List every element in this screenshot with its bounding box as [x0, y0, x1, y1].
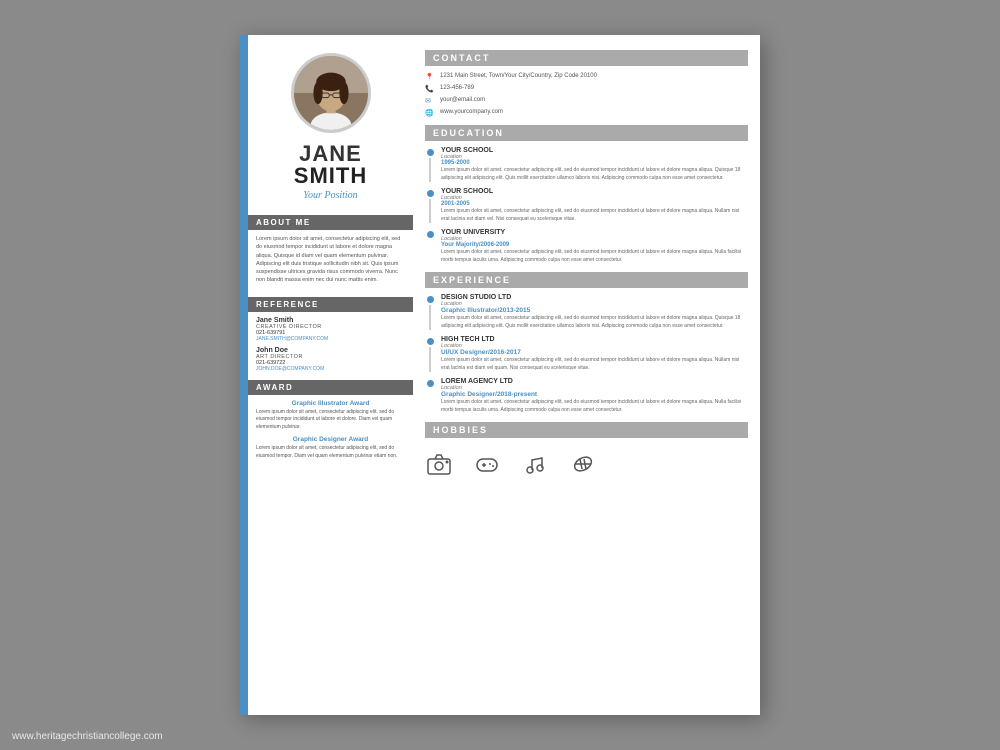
- hobbies-section: [425, 444, 748, 484]
- contact-website: www.yourcompany.com: [440, 108, 503, 116]
- ref2-name: John Doe: [256, 347, 405, 354]
- watermark: www.heritagechristiancollege.com: [12, 731, 163, 742]
- contact-section: 📍 1231 Main Street, Town/Your City/Count…: [425, 72, 748, 117]
- exp-line-1: [429, 305, 431, 330]
- reference-block: Jane Smith CREATIVE DIRECTOR 021-639791 …: [248, 317, 413, 372]
- name-block: JANE SMITH Your Position: [286, 143, 375, 201]
- edu-line-1: [429, 158, 431, 182]
- edu-school-3: YOUR UNIVERSITY: [441, 229, 748, 236]
- award2-title: Graphic Designer Award: [285, 436, 377, 443]
- edu-years-1: 1995-2000: [441, 160, 748, 166]
- left-column: JANE SMITH Your Position ABOUT ME Lorem …: [248, 35, 413, 715]
- edu-school-2: YOUR SCHOOL: [441, 188, 748, 195]
- contact-phone: 123-456-789: [440, 84, 474, 92]
- exp-content-3: LOREM AGENCY LTD Location Graphic Design…: [441, 378, 748, 414]
- about-me-text: Lorem ipsum dolor sit amet, consectetur …: [248, 235, 413, 285]
- football-icon: [569, 450, 597, 478]
- page-background: www.heritagechristiancollege.com: [0, 0, 1000, 750]
- edu-content-3: YOUR UNIVERSITY Location Your Majority/2…: [441, 229, 748, 264]
- email-icon: ✉: [425, 97, 435, 105]
- exp-dot-1: [427, 296, 434, 303]
- education-section: YOUR SCHOOL Location 1995-2000 Lorem ips…: [425, 147, 748, 264]
- location-icon: 📍: [425, 73, 435, 81]
- award1-text: Lorem ipsum dolor sit amet, consectetur …: [248, 409, 413, 432]
- first-name: JANE: [294, 143, 367, 165]
- experience-header: EXPERIENCE: [425, 272, 748, 288]
- award2-text: Lorem ipsum dolor sit amet, consectetur …: [248, 445, 413, 460]
- contact-row-email: ✉ your@email.com: [425, 96, 748, 105]
- avatar: [291, 53, 371, 133]
- edu-item-3: YOUR UNIVERSITY Location Your Majority/2…: [425, 229, 748, 264]
- exp-desc-3: Lorem ipsum dolor sit amet, consectetur …: [441, 399, 748, 414]
- edu-dot-col-3: [425, 229, 435, 264]
- ref2-email: JOHN.DOE@COMPANY.COM: [256, 366, 405, 372]
- exp-dot-2: [427, 338, 434, 345]
- edu-school-1: YOUR SCHOOL: [441, 147, 748, 154]
- exp-dot-col-2: [425, 336, 435, 372]
- hobbies-header: HOBBIES: [425, 422, 748, 438]
- edu-dot-1: [427, 149, 434, 156]
- edu-desc-3: Lorem ipsum dolor sit amet, consectetur …: [441, 249, 748, 264]
- resume-document: JANE SMITH Your Position ABOUT ME Lorem …: [240, 35, 760, 715]
- job-position: Your Position: [294, 190, 367, 201]
- gamepad-icon: [473, 450, 501, 478]
- exp-line-2: [429, 347, 431, 372]
- edu-line-2: [429, 199, 431, 223]
- last-name: SMITH: [294, 165, 367, 187]
- contact-header: CONTACT: [425, 50, 748, 66]
- edu-desc-1: Lorem ipsum dolor sit amet, consectetur …: [441, 167, 748, 182]
- web-icon: 🌐: [425, 109, 435, 117]
- contact-row-website: 🌐 www.yourcompany.com: [425, 108, 748, 117]
- edu-years-3: Your Majority/2006-2009: [441, 242, 748, 248]
- exp-company-1: DESIGN STUDIO LTD: [441, 294, 748, 301]
- right-column: CONTACT 📍 1231 Main Street, Town/Your Ci…: [413, 35, 760, 715]
- phone-icon: 📞: [425, 85, 435, 93]
- education-header: EDUCATION: [425, 125, 748, 141]
- exp-dot-col-1: [425, 294, 435, 330]
- about-me-header: ABOUT ME: [248, 215, 413, 230]
- edu-item-1: YOUR SCHOOL Location 1995-2000 Lorem ips…: [425, 147, 748, 182]
- edu-content-2: YOUR SCHOOL Location 2001-2005 Lorem ips…: [441, 188, 748, 223]
- camera-icon: [425, 450, 453, 478]
- edu-desc-2: Lorem ipsum dolor sit amet, consectetur …: [441, 208, 748, 223]
- exp-desc-1: Lorem ipsum dolor sit amet, consectetur …: [441, 315, 748, 330]
- exp-content-2: HIGH TECH LTD Location UI/UX Designer/20…: [441, 336, 748, 372]
- edu-item-2: YOUR SCHOOL Location 2001-2005 Lorem ips…: [425, 188, 748, 223]
- contact-row-phone: 📞 123-456-789: [425, 84, 748, 93]
- exp-role-1: Graphic Illustrator/2013-2015: [441, 307, 748, 314]
- edu-dot-2: [427, 190, 434, 197]
- contact-email: your@email.com: [440, 96, 485, 104]
- contact-address: 1231 Main Street, Town/Your City/Country…: [440, 72, 597, 80]
- exp-role-3: Graphic Designer/2018-present: [441, 391, 748, 398]
- experience-section: DESIGN STUDIO LTD Location Graphic Illus…: [425, 294, 748, 414]
- exp-dot-3: [427, 380, 434, 387]
- award-header: AWARD: [248, 380, 413, 395]
- exp-company-3: LOREM AGENCY LTD: [441, 378, 748, 385]
- exp-item-3: LOREM AGENCY LTD Location Graphic Design…: [425, 378, 748, 414]
- edu-dot-col-2: [425, 188, 435, 223]
- edu-years-2: 2001-2005: [441, 201, 748, 207]
- edu-dot-col-1: [425, 147, 435, 182]
- award1-title: Graphic Illustrator Award: [284, 400, 378, 407]
- ref1-name: Jane Smith: [256, 317, 405, 324]
- accent-strip: [240, 35, 248, 715]
- exp-content-1: DESIGN STUDIO LTD Location Graphic Illus…: [441, 294, 748, 330]
- edu-content-1: YOUR SCHOOL Location 1995-2000 Lorem ips…: [441, 147, 748, 182]
- exp-company-2: HIGH TECH LTD: [441, 336, 748, 343]
- exp-item-1: DESIGN STUDIO LTD Location Graphic Illus…: [425, 294, 748, 330]
- exp-item-2: HIGH TECH LTD Location UI/UX Designer/20…: [425, 336, 748, 372]
- reference-header: REFERENCE: [248, 297, 413, 312]
- music-icon: [521, 450, 549, 478]
- edu-dot-3: [427, 231, 434, 238]
- exp-role-2: UI/UX Designer/2016-2017: [441, 349, 748, 356]
- contact-row-address: 📍 1231 Main Street, Town/Your City/Count…: [425, 72, 748, 81]
- exp-dot-col-3: [425, 378, 435, 414]
- exp-desc-2: Lorem ipsum dolor sit amet, consectetur …: [441, 357, 748, 372]
